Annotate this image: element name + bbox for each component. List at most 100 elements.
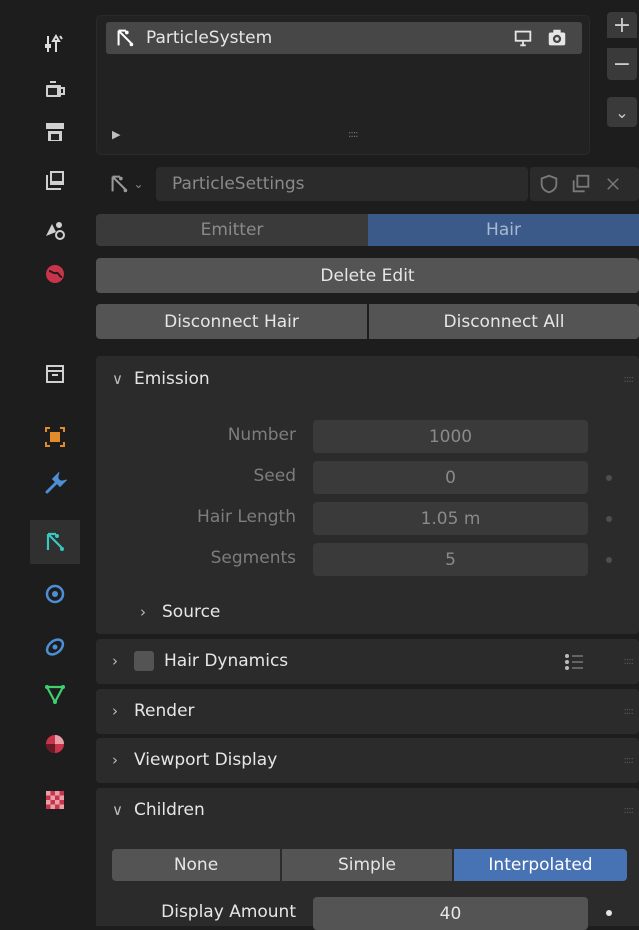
texture-tab[interactable]: [30, 778, 80, 822]
presets-list-icon[interactable]: [562, 650, 586, 674]
object-icon: [45, 427, 65, 447]
monitor-icon[interactable]: [512, 27, 534, 49]
material-icon: [46, 735, 64, 753]
hair-dynamics-header[interactable]: › Hair Dynamics: [112, 651, 288, 671]
display-amount-field[interactable]: 40: [313, 897, 588, 930]
material-tab[interactable]: [30, 722, 80, 766]
wrench-icon: [45, 472, 67, 494]
keyframe-dot-icon[interactable]: [606, 910, 612, 916]
seed-field[interactable]: 0: [313, 461, 588, 494]
emission-title: Emission: [134, 369, 210, 389]
number-field[interactable]: 1000: [313, 420, 588, 453]
settings-browse-button[interactable]: ⌄: [96, 167, 156, 201]
children-header[interactable]: ∨ Children: [112, 800, 205, 820]
modifier-tab[interactable]: [30, 462, 80, 506]
source-title: Source: [162, 602, 221, 622]
world-tab[interactable]: [30, 252, 80, 296]
constraints-tab[interactable]: [30, 625, 80, 669]
chevron-down-icon: ⌄: [133, 177, 144, 191]
scene-tab[interactable]: [30, 208, 80, 252]
object-tab[interactable]: [30, 415, 80, 459]
children-mode-none[interactable]: None: [112, 849, 280, 881]
world-icon: [46, 265, 64, 283]
texture-icon: [46, 791, 64, 809]
output-icon: [46, 123, 64, 141]
physics-icon: [45, 584, 65, 604]
drag-grip-icon[interactable]: ::::: [624, 706, 635, 717]
hair-dynamics-panel[interactable]: › Hair Dynamics ::::: [96, 639, 639, 684]
settings-name-field[interactable]: ParticleSettings: [156, 167, 528, 201]
source-subpanel-header[interactable]: › Source: [140, 602, 220, 622]
render-title: Render: [134, 701, 195, 721]
keyframe-dot-icon[interactable]: [606, 475, 612, 481]
duplicate-icon[interactable]: [570, 173, 592, 195]
constraint-icon: [45, 638, 65, 656]
close-icon[interactable]: [604, 175, 622, 193]
children-mode-interpolated[interactable]: Interpolated: [454, 849, 627, 881]
output-tab[interactable]: [30, 110, 80, 154]
disconnect-hair-button[interactable]: Disconnect Hair: [96, 304, 367, 339]
list-item-label: ParticleSystem: [146, 28, 273, 48]
drag-grip-icon[interactable]: ::::: [624, 805, 635, 816]
hair-length-label: Hair Length: [197, 507, 296, 527]
particles-icon: [46, 532, 64, 551]
render-icon: [46, 81, 65, 97]
emission-header[interactable]: ∨ Emission: [112, 369, 210, 389]
segments-label: Segments: [210, 548, 296, 568]
remove-button[interactable]: −: [607, 48, 637, 80]
children-title: Children: [134, 800, 205, 820]
drag-grip-icon[interactable]: ::::: [624, 656, 635, 667]
resize-grip[interactable]: ::::: [348, 129, 359, 140]
settings-actions: [530, 167, 639, 201]
viewport-display-header[interactable]: › Viewport Display: [112, 750, 277, 770]
emission-panel: ∨ Emission :::: Number 1000 Seed 0 Hair …: [96, 356, 639, 634]
disconnect-all-button[interactable]: Disconnect All: [369, 304, 639, 339]
collection-icon: [46, 365, 64, 383]
collection-tab[interactable]: [30, 352, 80, 396]
object-data-tab[interactable]: [30, 672, 80, 716]
list-item-particle-system[interactable]: ParticleSystem: [106, 22, 582, 54]
mesh-data-icon: [45, 685, 65, 705]
view-layer-icon: [46, 171, 64, 190]
view-layer-tab[interactable]: [30, 158, 80, 202]
children-mode-simple[interactable]: Simple: [282, 849, 452, 881]
settings-name: ParticleSettings: [172, 174, 305, 194]
hair-dynamics-checkbox[interactable]: [134, 651, 154, 671]
properties-tab-strip: [0, 0, 86, 926]
particles-icon: [117, 29, 134, 47]
delete-edit-button[interactable]: Delete Edit: [96, 258, 639, 293]
chevron-down-icon: ∨: [112, 801, 123, 819]
keyframe-dot-icon[interactable]: [606, 557, 612, 563]
camera-icon[interactable]: [546, 27, 568, 49]
tool-tab[interactable]: [30, 22, 80, 66]
chevron-right-icon: ›: [112, 652, 118, 670]
chevron-down-icon: ∨: [112, 370, 123, 388]
keyframe-dot-icon[interactable]: [606, 516, 612, 522]
tab-emitter[interactable]: Emitter: [96, 214, 368, 246]
drag-grip-icon[interactable]: ::::: [624, 374, 635, 385]
viewport-display-panel[interactable]: › Viewport Display ::::: [96, 738, 639, 783]
scene-icon: [46, 222, 65, 240]
number-label: Number: [227, 425, 296, 445]
play-icon[interactable]: ▶: [112, 128, 120, 141]
chevron-right-icon: ›: [140, 603, 146, 621]
segments-field[interactable]: 5: [313, 543, 588, 576]
children-panel: ∨ Children :::: None Simple Interpolated…: [96, 788, 639, 930]
render-tab[interactable]: [30, 68, 80, 112]
add-button[interactable]: +: [607, 12, 637, 38]
seed-label: Seed: [253, 466, 297, 486]
particles-icon: [112, 175, 128, 193]
particles-tab[interactable]: [30, 520, 80, 564]
render-panel[interactable]: › Render ::::: [96, 689, 639, 734]
fake-user-shield-icon[interactable]: [538, 173, 560, 195]
hair-length-field[interactable]: 1.05 m: [313, 502, 588, 535]
list-menu-button[interactable]: ⌄: [607, 97, 637, 127]
physics-tab[interactable]: [30, 572, 80, 616]
display-amount-label: Display Amount: [161, 902, 296, 922]
tab-hair[interactable]: Hair: [368, 214, 639, 246]
render-header[interactable]: › Render: [112, 701, 195, 721]
chevron-right-icon: ›: [112, 702, 118, 720]
hair-dynamics-title: Hair Dynamics: [164, 651, 289, 671]
chevron-right-icon: ›: [112, 751, 118, 769]
drag-grip-icon[interactable]: ::::: [624, 755, 635, 766]
